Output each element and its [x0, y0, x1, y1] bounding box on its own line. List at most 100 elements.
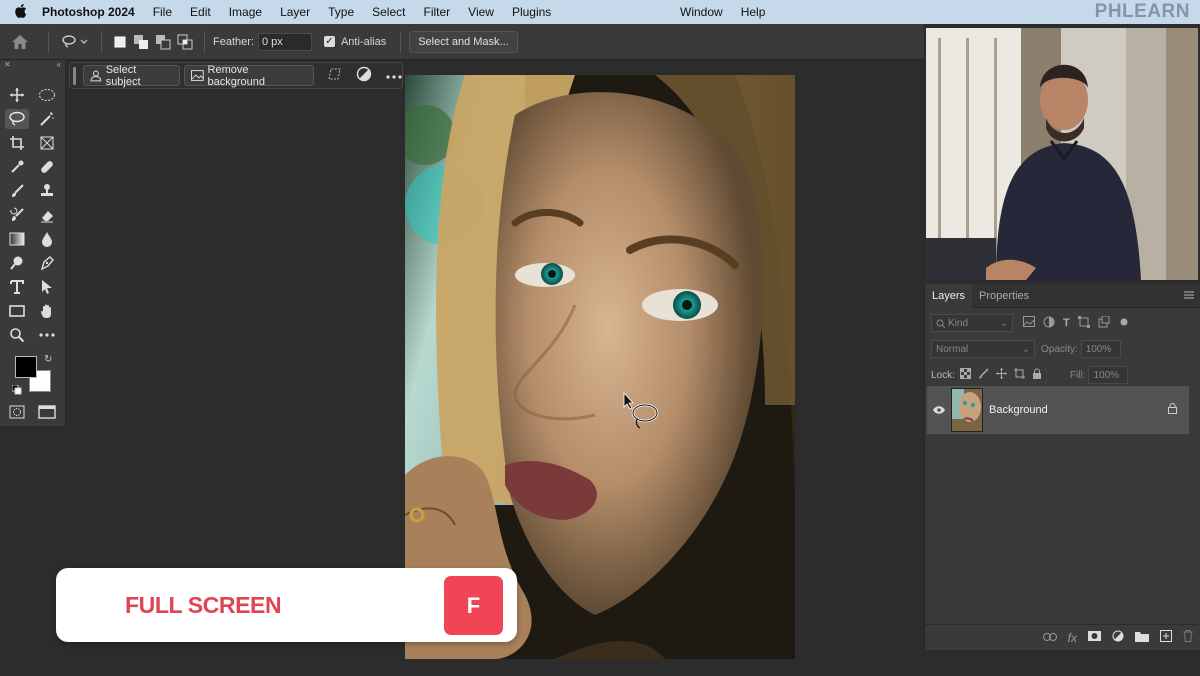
divider — [204, 30, 205, 53]
healing-brush-icon[interactable] — [35, 157, 59, 177]
more-tools-icon[interactable] — [35, 325, 59, 345]
feather-input[interactable]: 0 px — [257, 32, 312, 51]
tab-layers[interactable]: Layers — [925, 283, 973, 308]
panel-menu-icon[interactable] — [1184, 290, 1194, 303]
zoom-tool-icon[interactable] — [5, 325, 29, 345]
filter-type-icon[interactable]: T — [1063, 317, 1070, 329]
layer-name[interactable]: Background — [989, 404, 1048, 416]
lock-artboard-icon[interactable] — [1013, 368, 1025, 382]
screen-mode-icon[interactable] — [35, 402, 59, 422]
foreground-color-swatch[interactable] — [15, 356, 37, 378]
brush-tool-icon[interactable] — [5, 181, 29, 201]
lock-image-icon[interactable] — [978, 368, 989, 382]
select-subject-button[interactable]: Select subject — [82, 64, 180, 88]
quick-mask-icon[interactable] — [5, 402, 29, 422]
menu-file[interactable]: File — [153, 5, 172, 19]
filter-shape-icon[interactable] — [1077, 315, 1090, 331]
add-to-selection-icon[interactable] — [130, 34, 152, 50]
move-tool-icon[interactable] — [5, 85, 29, 105]
contextual-task-bar: Select subject Remove background — [69, 62, 403, 89]
filter-adjustment-icon[interactable] — [1043, 316, 1055, 331]
close-panel-icon[interactable]: ✕ — [4, 60, 11, 70]
new-layer-icon[interactable] — [1160, 630, 1172, 645]
menu-window[interactable]: Window — [680, 5, 723, 19]
dodge-tool-icon[interactable] — [5, 253, 29, 273]
default-colors-icon[interactable] — [11, 382, 22, 400]
menu-type[interactable]: Type — [328, 5, 354, 19]
menu-edit[interactable]: Edit — [190, 5, 211, 19]
divider — [48, 30, 49, 53]
blur-tool-icon[interactable] — [35, 229, 59, 249]
menu-image[interactable]: Image — [229, 5, 262, 19]
menu-select[interactable]: Select — [372, 5, 405, 19]
delete-layer-icon[interactable] — [1183, 630, 1193, 645]
link-layers-icon[interactable] — [1042, 632, 1057, 644]
eraser-icon[interactable] — [35, 205, 59, 225]
new-adjustment-layer-icon[interactable] — [1112, 630, 1124, 645]
anti-alias-checkbox[interactable]: ✓ — [323, 36, 335, 47]
blend-opacity-row: Normal ⌄ Opacity: 100% — [925, 336, 1200, 362]
swap-colors-icon[interactable]: ↻ — [44, 354, 52, 365]
instructor-webcam — [926, 28, 1198, 280]
divider — [400, 30, 402, 53]
menu-plugins[interactable]: Plugins — [512, 5, 551, 19]
drag-handle[interactable] — [73, 66, 76, 85]
lasso-tool-icon[interactable] — [5, 109, 29, 129]
filter-pixel-icon[interactable] — [1023, 316, 1035, 330]
new-selection-icon[interactable] — [110, 35, 130, 49]
lock-icon — [1168, 403, 1177, 417]
frame-tool-icon[interactable] — [35, 133, 59, 153]
apple-icon[interactable] — [0, 3, 42, 21]
menu-layer[interactable]: Layer — [280, 5, 310, 19]
eye-visibility-icon[interactable] — [927, 406, 951, 414]
type-tool-icon[interactable] — [5, 277, 29, 297]
lasso-preset-icon[interactable] — [57, 34, 93, 49]
magic-wand-icon[interactable] — [35, 109, 59, 129]
intersect-selection-icon[interactable] — [174, 34, 196, 50]
path-selection-icon[interactable] — [35, 277, 59, 297]
tab-properties[interactable]: Properties — [972, 284, 1036, 308]
menu-filter[interactable]: Filter — [423, 5, 450, 19]
layers-panel: Layers Properties Kind ⌄ T Normal ⌄ Opac… — [924, 283, 1200, 650]
blend-mode-select[interactable]: Normal ⌄ — [931, 340, 1035, 358]
hand-tool-icon[interactable] — [35, 301, 59, 321]
lock-position-icon[interactable] — [995, 368, 1007, 382]
rectangle-tool-icon[interactable] — [5, 301, 29, 321]
clone-stamp-icon[interactable] — [35, 181, 59, 201]
pen-tool-icon[interactable] — [35, 253, 59, 273]
layer-style-fx-icon[interactable]: fx — [1068, 631, 1077, 645]
mask-icon[interactable] — [356, 66, 372, 85]
home-icon[interactable] — [0, 34, 40, 50]
lock-label: Lock: — [931, 369, 955, 381]
history-brush-icon[interactable] — [5, 205, 29, 225]
more-options-icon[interactable] — [386, 70, 402, 82]
crop-tool-icon[interactable] — [5, 133, 29, 153]
lock-all-icon[interactable] — [1032, 368, 1042, 382]
lock-transparent-icon[interactable] — [959, 368, 971, 382]
collapse-panel-icon[interactable]: « — [57, 60, 61, 70]
divider — [101, 30, 102, 53]
select-and-mask-button[interactable]: Select and Mask... — [409, 30, 518, 53]
new-group-icon[interactable] — [1135, 631, 1149, 645]
menu-view[interactable]: View — [468, 5, 494, 19]
toolbar-header: ✕ « — [0, 60, 65, 70]
add-mask-icon[interactable] — [1088, 631, 1101, 644]
filter-toggle-icon[interactable] — [1120, 317, 1128, 329]
panel-tabs: Layers Properties — [925, 283, 1200, 308]
remove-background-button[interactable]: Remove background — [183, 64, 314, 88]
subtract-from-selection-icon[interactable] — [152, 34, 174, 50]
marquee-tool-icon[interactable] — [35, 85, 59, 105]
layer-thumbnail — [951, 388, 983, 432]
filter-kind-select[interactable]: Kind ⌄ — [931, 314, 1013, 332]
app-name-menu[interactable]: Photoshop 2024 — [42, 5, 135, 19]
menu-help[interactable]: Help — [741, 5, 766, 19]
filter-smart-object-icon[interactable] — [1098, 315, 1110, 331]
fill-input[interactable]: 100% — [1088, 366, 1129, 384]
opacity-input[interactable]: 100% — [1080, 340, 1121, 358]
eyedropper-icon[interactable] — [5, 157, 29, 177]
opacity-label: Opacity: — [1041, 343, 1078, 355]
tools-panel: ✕ « ↻ — [0, 60, 66, 426]
layer-row-background[interactable]: Background — [927, 386, 1189, 434]
transform-selection-icon[interactable] — [326, 67, 342, 84]
gradient-tool-icon[interactable] — [5, 229, 29, 249]
